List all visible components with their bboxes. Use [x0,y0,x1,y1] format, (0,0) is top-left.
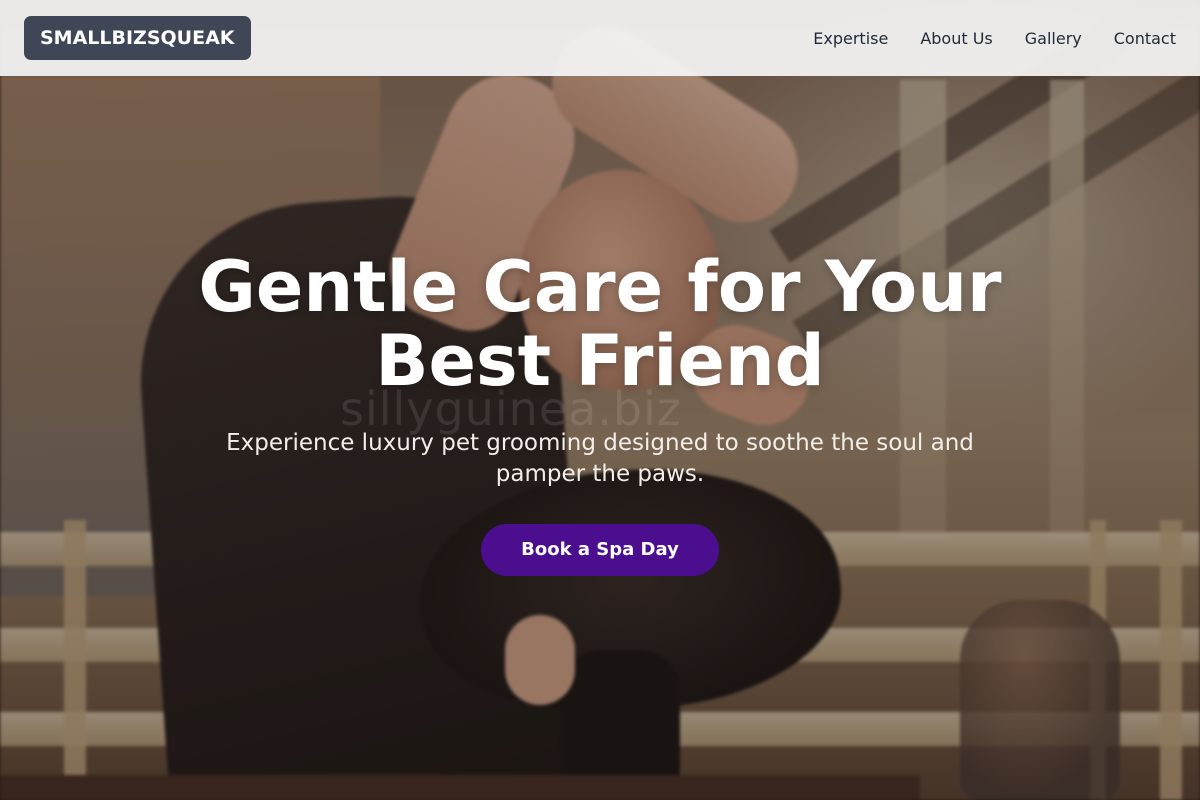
brand-logo[interactable]: SMALLBIZSQUEAK [24,16,251,60]
top-navigation-bar: SMALLBIZSQUEAK Expertise About Us Galler… [0,0,1200,76]
nav-link-expertise[interactable]: Expertise [813,29,888,48]
nav-link-about-us[interactable]: About Us [920,29,992,48]
hero-subtitle: Experience luxury pet grooming designed … [226,430,974,487]
hero-title: Gentle Care for Your Best Friend [198,246,1002,402]
nav-link-contact[interactable]: Contact [1114,29,1176,48]
hero-section: Gentle Care for Your Best Friend Experie… [0,250,1200,576]
nav-link-gallery[interactable]: Gallery [1025,29,1082,48]
book-spa-day-button[interactable]: Book a Spa Day [481,524,719,576]
page: sillyguinea.biz SMALLBIZSQUEAK Expertise… [0,0,1200,800]
nav-links: Expertise About Us Gallery Contact [813,29,1176,48]
